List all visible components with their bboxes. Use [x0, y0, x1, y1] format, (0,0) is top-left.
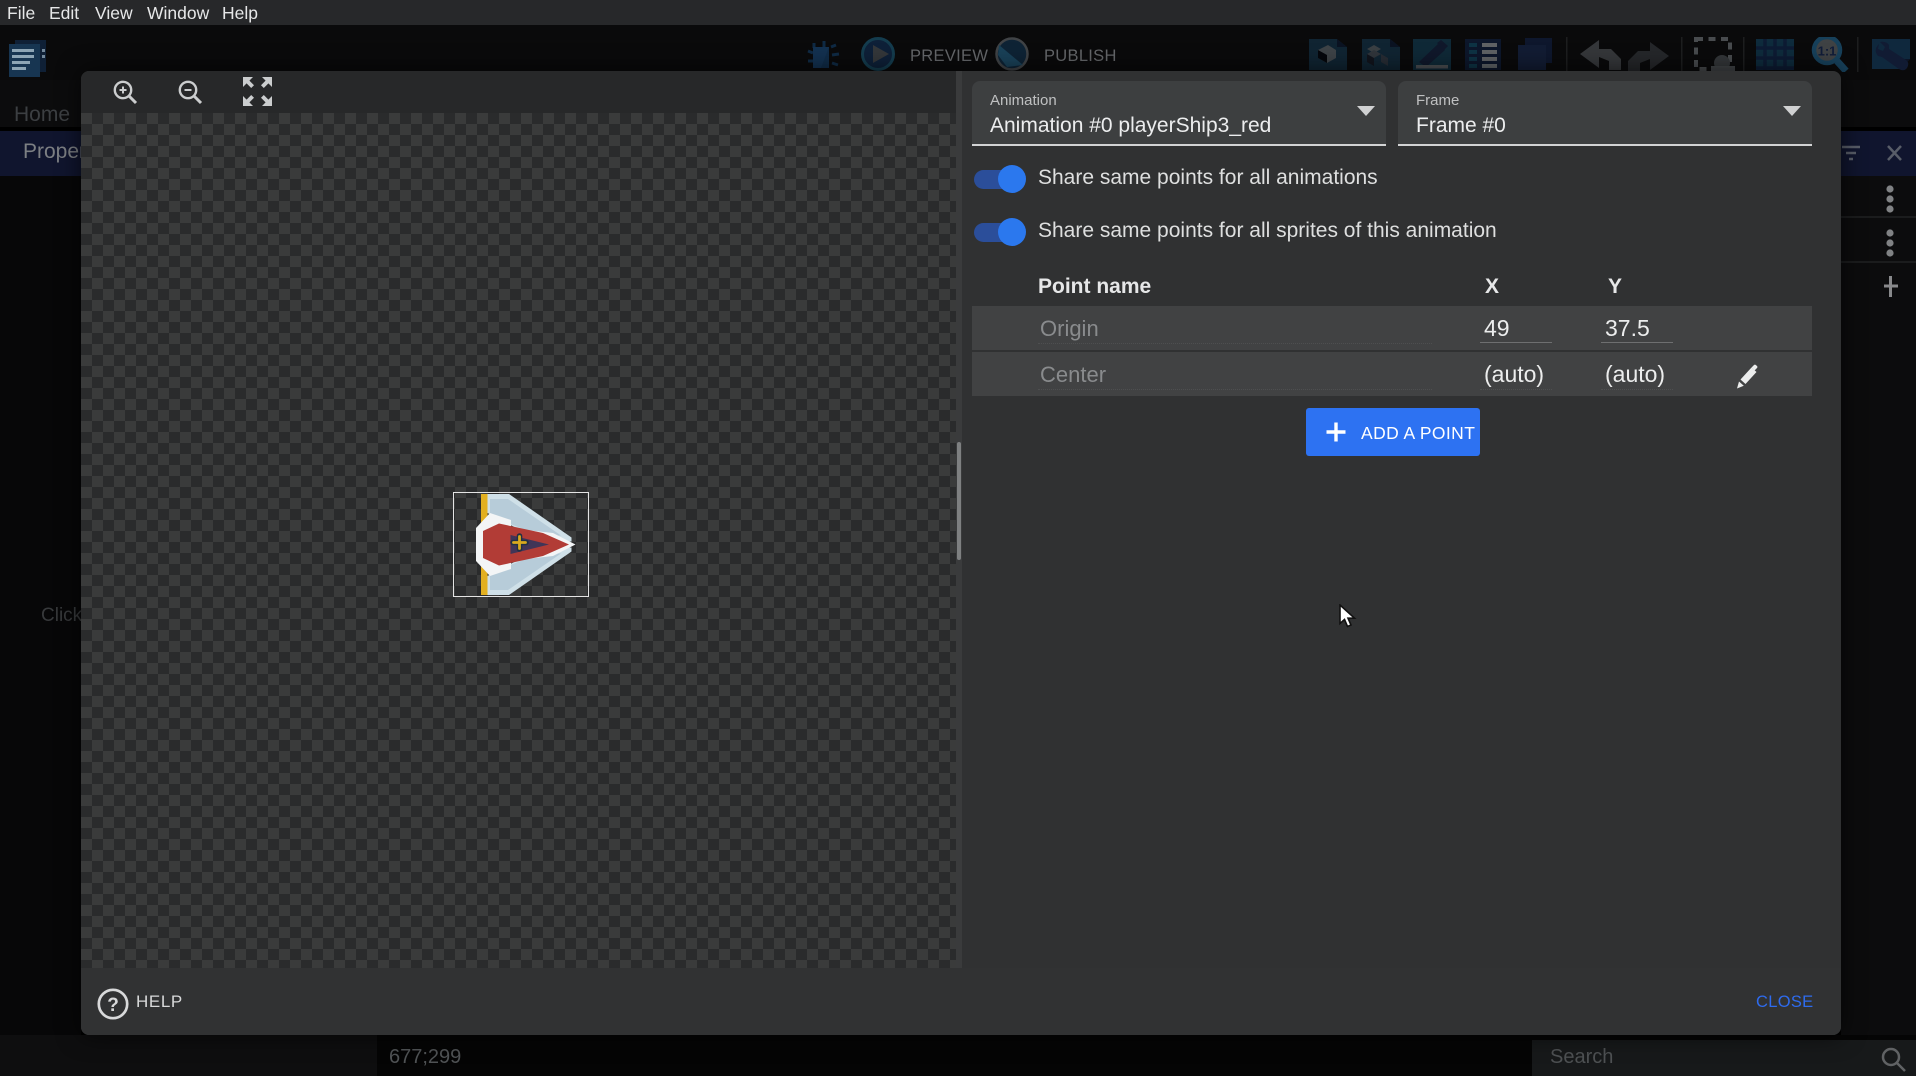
svg-text:?: ? [107, 995, 119, 1016]
svg-text:1:1: 1:1 [1818, 44, 1837, 59]
